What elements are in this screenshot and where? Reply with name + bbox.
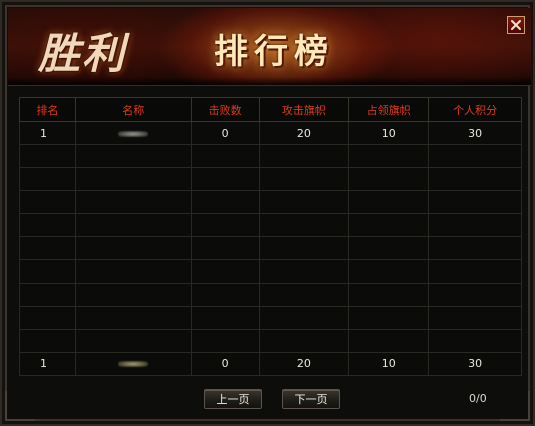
cell-attack-flags: 20 xyxy=(258,351,350,377)
table-row-empty xyxy=(19,282,522,307)
cell-defeats: 0 xyxy=(190,351,260,377)
prev-page-button[interactable]: 上一页 xyxy=(204,389,262,409)
column-header-name[interactable]: 名称 xyxy=(74,97,192,122)
next-page-button[interactable]: 下一页 xyxy=(282,389,340,409)
table-row-empty xyxy=(19,236,522,261)
obscured-player-name xyxy=(118,130,149,137)
column-header-attack-flags[interactable]: 攻击旗帜 xyxy=(258,97,350,122)
table-header-row: 排名 名称 击败数 攻击旗帜 占领旗帜 个人积分 xyxy=(19,97,522,122)
panel-title: 排行榜 xyxy=(214,32,334,72)
close-icon xyxy=(511,20,521,30)
column-header-score[interactable]: 个人积分 xyxy=(428,97,522,122)
column-header-defeats[interactable]: 击败数 xyxy=(190,97,260,122)
victory-title: 胜利 xyxy=(38,29,127,78)
cell-attack-flags: 20 xyxy=(258,120,350,146)
cell-occupy-flags: 10 xyxy=(348,351,430,377)
ranking-table: 排名 名称 击败数 攻击旗帜 占领旗帜 个人积分 1 0 20 10 30 1 … xyxy=(19,97,522,377)
cell-rank: 1 xyxy=(19,120,76,146)
cell-score: 30 xyxy=(428,120,522,146)
table-row-empty xyxy=(19,144,522,169)
table-row-empty xyxy=(19,190,522,215)
table-row-empty xyxy=(19,259,522,284)
table-row-empty xyxy=(19,328,522,353)
cell-rank: 1 xyxy=(19,351,76,377)
frame-corner-ornament xyxy=(500,391,530,421)
close-button[interactable] xyxy=(507,16,525,34)
page-indicator: 0/0 xyxy=(469,392,487,405)
column-header-rank[interactable]: 排名 xyxy=(19,97,76,122)
cell-name xyxy=(74,351,192,377)
cell-defeats: 0 xyxy=(190,120,260,146)
banner-rim xyxy=(8,77,531,85)
frame-corner-ornament xyxy=(5,391,35,421)
obscured-player-name xyxy=(118,361,149,368)
self-rank-row[interactable]: 1 0 20 10 30 xyxy=(19,351,522,377)
cell-score: 30 xyxy=(428,351,522,377)
table-row-empty xyxy=(19,167,522,192)
cell-occupy-flags: 10 xyxy=(348,120,430,146)
table-row-empty xyxy=(19,305,522,330)
header-banner: 胜利 排行榜 xyxy=(8,8,531,86)
table-row[interactable]: 1 0 20 10 30 xyxy=(19,120,522,146)
table-row-empty xyxy=(19,213,522,238)
leaderboard-window: 胜利 排行榜 排名 名称 击败数 攻击旗帜 占领旗帜 个人积分 1 0 20 1… xyxy=(0,0,535,426)
column-header-occupy-flags[interactable]: 占领旗帜 xyxy=(348,97,430,122)
cell-name xyxy=(74,120,192,146)
